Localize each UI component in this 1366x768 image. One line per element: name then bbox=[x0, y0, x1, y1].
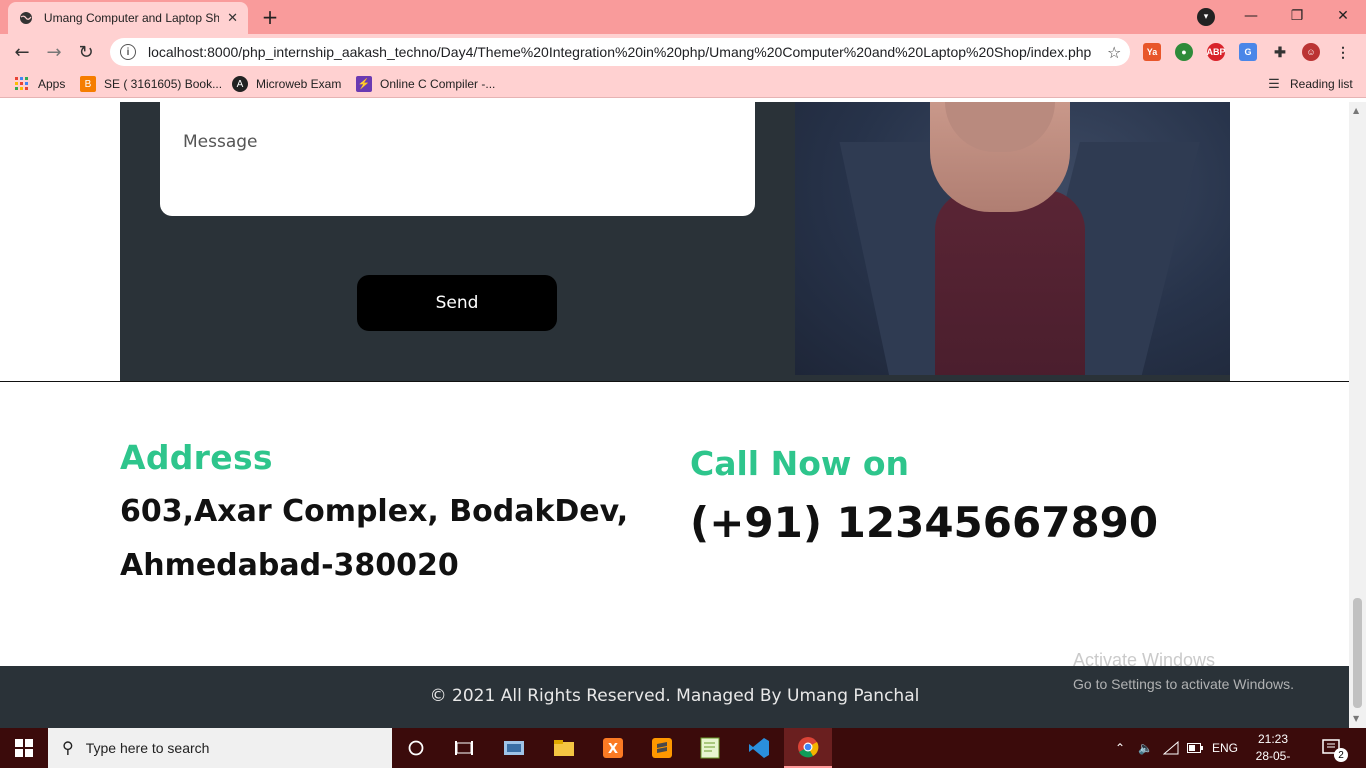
sublime-text-icon[interactable] bbox=[638, 728, 686, 768]
show-hidden-icons[interactable]: ⌃ bbox=[1115, 728, 1125, 768]
scroll-down-arrow-icon[interactable]: ▼ bbox=[1353, 714, 1359, 723]
svg-text:X: X bbox=[608, 742, 618, 757]
contact-person-photo bbox=[795, 102, 1230, 375]
vscode-icon[interactable] bbox=[735, 728, 783, 768]
url-text[interactable]: localhost:8000/php_internship_aakash_tec… bbox=[148, 44, 1093, 60]
scroll-up-arrow-icon[interactable]: ▲ bbox=[1353, 106, 1359, 115]
clock-time: 21:23 bbox=[1257, 732, 1289, 746]
reading-list-label: Reading list bbox=[1290, 77, 1353, 91]
globe-icon bbox=[18, 10, 34, 26]
adblock-extension-icon[interactable]: ABP bbox=[1207, 43, 1226, 61]
angular-icon: A bbox=[232, 76, 248, 92]
call-heading: Call Now on bbox=[690, 444, 910, 483]
bookmark-apps[interactable]: Apps bbox=[14, 75, 65, 93]
message-textarea[interactable]: Message bbox=[160, 102, 755, 216]
address-line-1: 603,Axar Complex, BodakDev, bbox=[120, 494, 629, 529]
battery-icon[interactable] bbox=[1187, 728, 1203, 768]
profile-avatar-icon[interactable]: ☺ bbox=[1302, 43, 1320, 61]
scrollbar-thumb[interactable] bbox=[1353, 598, 1362, 708]
site-info-icon[interactable]: i bbox=[120, 44, 136, 60]
bookmark-microweb-exam[interactable]: A Microweb Exam bbox=[232, 75, 341, 93]
send-button[interactable]: Send bbox=[357, 275, 557, 331]
contact-section: Message Send bbox=[120, 102, 1230, 381]
restore-button[interactable]: ❐ bbox=[1274, 0, 1320, 32]
back-arrow-icon[interactable]: ← bbox=[8, 38, 36, 66]
volume-icon[interactable]: 🔈 bbox=[1138, 728, 1153, 768]
blogger-icon: B bbox=[80, 76, 96, 92]
taskbar-clock[interactable]: 21:23 28-05-2021 bbox=[1248, 731, 1298, 768]
cortana-icon[interactable] bbox=[392, 728, 440, 768]
reading-list-button[interactable]: ☰ Reading list bbox=[1266, 75, 1353, 93]
browser-tab[interactable]: Umang Computer and Laptop Sh ✕ bbox=[8, 2, 248, 34]
chrome-icon[interactable] bbox=[784, 728, 832, 768]
tab-title: Umang Computer and Laptop Sh bbox=[43, 11, 220, 25]
windows-taskbar: ⚲ Type here to search X ⌃ 🔈 ENG 21:23 28… bbox=[0, 728, 1366, 768]
address-heading: Address bbox=[120, 438, 273, 477]
reload-icon[interactable]: ↻ bbox=[72, 38, 100, 66]
ya-extension-icon[interactable]: Ya bbox=[1143, 43, 1161, 61]
file-explorer-icon[interactable] bbox=[540, 728, 588, 768]
page-viewport: Message Send Address 603,Axar Complex, B… bbox=[0, 102, 1349, 728]
section-divider bbox=[0, 381, 1349, 382]
page-scrollbar[interactable]: ▲ ▼ bbox=[1349, 102, 1366, 728]
notepad-plus-icon[interactable] bbox=[686, 728, 734, 768]
minimize-button[interactable]: — bbox=[1228, 0, 1274, 32]
browser-tab-strip: Umang Computer and Laptop Sh ✕ + ▾ — ❐ ✕ bbox=[0, 0, 1366, 34]
phone-number[interactable]: (+91) 12345667890 bbox=[690, 498, 1158, 547]
reading-list-icon: ☰ bbox=[1268, 76, 1280, 91]
control-panel-icon[interactable] bbox=[490, 728, 538, 768]
menu-kebab-icon[interactable]: ⋮ bbox=[1334, 43, 1352, 61]
translate-extension-icon[interactable]: G bbox=[1239, 43, 1257, 61]
bookmark-se-book[interactable]: B SE ( 3161605) Book... bbox=[80, 75, 222, 93]
activate-windows-subtitle: Go to Settings to activate Windows. bbox=[1073, 676, 1294, 692]
notification-center-icon[interactable]: 2 bbox=[1322, 728, 1348, 768]
bookmark-label: Online C Compiler -... bbox=[380, 77, 496, 91]
drive-extension-icon[interactable]: ● bbox=[1175, 43, 1193, 61]
message-placeholder: Message bbox=[183, 132, 258, 152]
new-tab-button[interactable]: + bbox=[258, 5, 282, 29]
xampp-icon[interactable]: X bbox=[589, 728, 637, 768]
tab-search-icon[interactable]: ▾ bbox=[1197, 8, 1215, 26]
bookmark-label: Apps bbox=[38, 77, 66, 91]
bookmark-label: SE ( 3161605) Book... bbox=[104, 77, 223, 91]
close-window-button[interactable]: ✕ bbox=[1320, 0, 1366, 32]
windows-start-icon[interactable] bbox=[0, 728, 48, 768]
address-line-2: Ahmedabad-380020 bbox=[120, 548, 459, 583]
bookmark-star-icon[interactable]: ☆ bbox=[1107, 43, 1121, 62]
forward-arrow-icon[interactable]: → bbox=[40, 38, 68, 66]
taskbar-search-placeholder: Type here to search bbox=[85, 740, 210, 756]
task-view-icon[interactable] bbox=[440, 728, 488, 768]
search-icon: ⚲ bbox=[62, 740, 74, 757]
activate-windows-title: Activate Windows bbox=[1073, 650, 1216, 670]
bookmark-online-c-compiler[interactable]: ⚡ Online C Compiler -... bbox=[356, 75, 495, 93]
address-bar[interactable]: i localhost:8000/php_internship_aakash_t… bbox=[110, 38, 1130, 66]
extensions-puzzle-icon[interactable]: ✚ bbox=[1271, 43, 1289, 61]
clock-date: 28-05-2021 bbox=[1255, 749, 1291, 768]
browser-toolbar: ← → ↻ i localhost:8000/php_internship_aa… bbox=[0, 34, 1366, 70]
network-icon[interactable] bbox=[1163, 728, 1179, 768]
apps-grid-icon bbox=[14, 76, 30, 92]
bolt-icon: ⚡ bbox=[356, 76, 372, 92]
language-indicator[interactable]: ENG bbox=[1212, 728, 1238, 768]
close-tab-icon[interactable]: ✕ bbox=[227, 11, 238, 26]
bookmark-label: Microweb Exam bbox=[256, 77, 342, 91]
taskbar-search-box[interactable]: ⚲ Type here to search bbox=[48, 728, 392, 768]
bookmarks-bar: Apps B SE ( 3161605) Book... A Microweb … bbox=[0, 70, 1366, 98]
notification-badge: 2 bbox=[1334, 748, 1348, 762]
